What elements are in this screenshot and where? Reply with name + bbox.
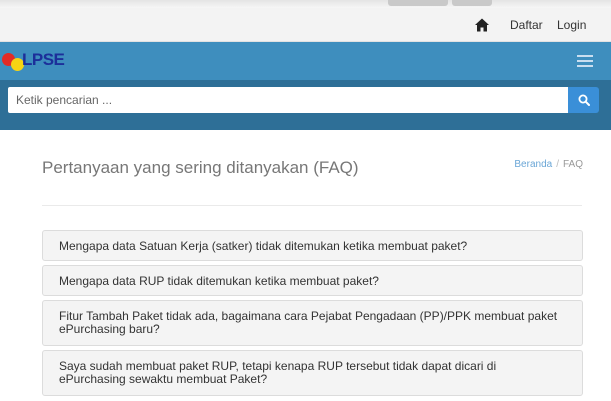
- daftar-link[interactable]: Daftar: [510, 18, 543, 32]
- faq-item[interactable]: Mengapa data RUP tidak ditemukan ketika …: [42, 265, 583, 296]
- breadcrumb-home-link[interactable]: Beranda: [514, 159, 552, 170]
- login-link[interactable]: Login: [557, 18, 586, 32]
- section-divider: [42, 205, 582, 206]
- logo-text: LPSE: [22, 50, 65, 69]
- faq-question: Mengapa data Satuan Kerja (satker) tidak…: [59, 239, 468, 253]
- top-navigation: Daftar Login: [0, 8, 611, 42]
- home-icon[interactable]: [474, 17, 490, 33]
- breadcrumb: Beranda / FAQ: [514, 159, 583, 170]
- faq-item[interactable]: Fitur Tambah Paket tidak ada, bagaimana …: [42, 300, 583, 346]
- hamburger-icon[interactable]: [577, 55, 593, 67]
- faq-list: Mengapa data Satuan Kerja (satker) tidak…: [42, 230, 583, 400]
- faq-question: Saya sudah membuat paket RUP, tetapi ken…: [59, 359, 497, 386]
- strip-shade: [388, 0, 448, 6]
- faq-item[interactable]: Mengapa data Satuan Kerja (satker) tidak…: [42, 230, 583, 261]
- search-button[interactable]: [568, 87, 599, 113]
- brand-bar: LPSE: [0, 42, 611, 80]
- breadcrumb-separator: /: [556, 159, 559, 170]
- faq-question: Fitur Tambah Paket tidak ada, bagaimana …: [59, 309, 558, 336]
- search-input[interactable]: [8, 87, 568, 113]
- lpse-logo[interactable]: LPSE: [0, 48, 110, 74]
- search-icon: [578, 94, 590, 106]
- strip-shade: [452, 0, 492, 6]
- page-title: Pertanyaan yang sering ditanyakan (FAQ): [42, 158, 359, 177]
- faq-item[interactable]: Saya sudah membuat paket RUP, tetapi ken…: [42, 350, 583, 396]
- window-top-strip: [0, 0, 611, 8]
- faq-question: Mengapa data RUP tidak ditemukan ketika …: [59, 274, 379, 288]
- breadcrumb-current: FAQ: [562, 159, 583, 170]
